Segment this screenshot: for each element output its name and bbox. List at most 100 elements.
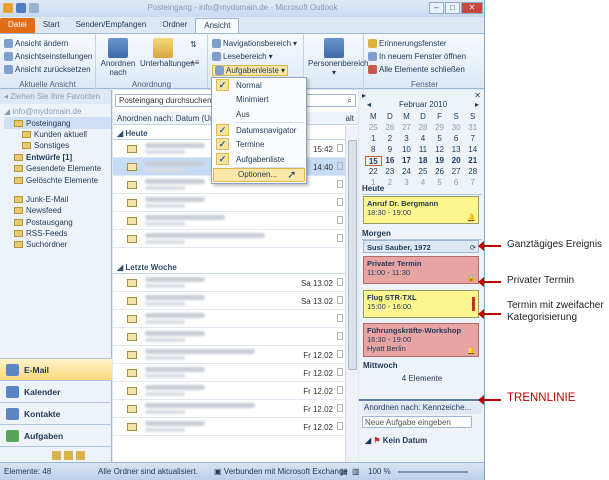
- list-item[interactable]: [113, 310, 345, 328]
- folder-junk[interactable]: Junk-E-Mail: [4, 194, 111, 205]
- personenbereich-button[interactable]: Personenbereich ▾: [308, 38, 368, 77]
- list-item[interactable]: Fr 12.02: [113, 364, 345, 382]
- folder-posteingang[interactable]: Posteingang: [4, 117, 111, 129]
- appointment-flug[interactable]: Flug STR-TXL 15:00 - 16:00: [363, 290, 479, 318]
- folder-sonstiges[interactable]: Sonstiges: [4, 140, 111, 151]
- calendar-day[interactable]: 13: [448, 145, 465, 155]
- tab-ansicht[interactable]: Ansicht: [195, 18, 240, 33]
- flag-icon[interactable]: [337, 404, 343, 412]
- neues-fenster-button[interactable]: In neuem Fenster öffnen: [368, 52, 466, 61]
- flag-icon[interactable]: [337, 296, 343, 304]
- group-header-letzte-woche[interactable]: ◢ Letzte Woche: [113, 260, 345, 274]
- folder-entwuerfe[interactable]: Entwürfe [1]: [4, 152, 111, 163]
- list-item[interactable]: [113, 230, 345, 248]
- calendar-day[interactable]: 14: [464, 145, 481, 155]
- list-item[interactable]: [113, 194, 345, 212]
- calendar-day[interactable]: 27: [398, 123, 415, 133]
- zoom-slider[interactable]: [398, 471, 468, 473]
- calendar-day[interactable]: 7: [464, 134, 481, 144]
- folder-rss[interactable]: RSS-Feeds: [4, 228, 111, 239]
- shortcuts-icon[interactable]: [76, 451, 85, 460]
- notes-icon[interactable]: [52, 451, 61, 460]
- calendar-day[interactable]: 3: [398, 134, 415, 144]
- flag-icon[interactable]: [337, 180, 343, 188]
- list-item[interactable]: Fr 12.02: [113, 382, 345, 400]
- flag-icon[interactable]: [337, 198, 343, 206]
- lesebereich-button[interactable]: Lesebereich ▾: [212, 52, 273, 61]
- anordnen-nach-button[interactable]: Anordnen nach: [100, 38, 136, 77]
- appointment-all-day[interactable]: Susi Sauber, 1972 ⟳: [363, 240, 479, 253]
- calendar-day[interactable]: 10: [398, 145, 415, 155]
- list-scrollbar[interactable]: [345, 126, 358, 462]
- flag-icon[interactable]: [337, 144, 343, 152]
- list-item[interactable]: Fr 12.02: [113, 400, 345, 418]
- scrollbar-thumb[interactable]: [348, 140, 357, 370]
- calendar-day[interactable]: 25: [415, 167, 432, 177]
- flag-icon[interactable]: [337, 216, 343, 224]
- flag-icon[interactable]: [337, 368, 343, 376]
- flag-icon[interactable]: [337, 162, 343, 170]
- erinnerungsfenster-button[interactable]: Erinnerungsfenster: [368, 39, 447, 48]
- flag-icon[interactable]: [337, 350, 343, 358]
- calendar-day[interactable]: 20: [448, 156, 465, 166]
- calendar-day[interactable]: 17: [398, 156, 415, 166]
- calendar-day[interactable]: 31: [464, 123, 481, 133]
- flag-icon[interactable]: [337, 278, 343, 286]
- ansichtseinstellungen-button[interactable]: Ansichtseinstellungen: [4, 52, 92, 61]
- menu-item-termine[interactable]: ✓ Termine: [212, 137, 306, 152]
- folder-geloeschte[interactable]: Gelöschte Elemente: [4, 174, 111, 185]
- calendar-day[interactable]: 6: [448, 134, 465, 144]
- list-item[interactable]: Fr 12.02: [113, 418, 345, 436]
- calendar-day[interactable]: 1: [365, 134, 382, 144]
- calendar-day[interactable]: 8: [365, 145, 382, 155]
- folder-list-icon[interactable]: [64, 451, 73, 460]
- flag-icon[interactable]: [337, 386, 343, 394]
- task-group-kein-datum[interactable]: ◢ ⚑ Kein Datum: [365, 436, 427, 445]
- tab-ordner[interactable]: Ordner: [154, 18, 195, 33]
- separator-line[interactable]: [359, 399, 484, 401]
- task-sort-header[interactable]: Anordnen nach: Kennzeiche...: [362, 402, 482, 414]
- list-item[interactable]: Sa 13.02: [113, 274, 345, 292]
- aufgabenleiste-button[interactable]: Aufgabenleiste ▾: [212, 65, 288, 76]
- nav-kalender-button[interactable]: Kalender: [0, 380, 112, 402]
- unterhaltungen-button[interactable]: Unterhaltungen: [140, 38, 195, 68]
- calendar-day[interactable]: 28: [464, 167, 481, 177]
- navigationsbereich-button[interactable]: Navigationsbereich ▾: [212, 39, 297, 48]
- calendar-day[interactable]: 21: [464, 156, 481, 166]
- nav-aufgaben-button[interactable]: Aufgaben: [0, 424, 112, 446]
- calendar-day[interactable]: 9: [382, 145, 399, 155]
- flag-icon[interactable]: [337, 234, 343, 242]
- close-icon[interactable]: ✕: [461, 2, 483, 14]
- calendar-day[interactable]: 28: [415, 123, 432, 133]
- calendar-day[interactable]: 23: [382, 167, 399, 177]
- folder-postausgang[interactable]: Postausgang: [4, 217, 111, 228]
- appointment-workshop[interactable]: Führungskräfte-Workshop 16:30 - 19:00 Hyat…: [363, 323, 479, 357]
- search-icon[interactable]: ⌕: [348, 96, 352, 106]
- calendar-day[interactable]: 27: [448, 167, 465, 177]
- list-item[interactable]: [113, 328, 345, 346]
- folder-gesendete[interactable]: Gesendete Elemente: [4, 163, 111, 174]
- menu-item-normal[interactable]: ✓ Normal: [212, 78, 306, 93]
- tab-datei[interactable]: Datei: [0, 18, 35, 33]
- folder-kunden-aktuell[interactable]: Kunden aktuell: [4, 129, 111, 140]
- minimize-icon[interactable]: –: [429, 2, 444, 14]
- calendar-day[interactable]: 5: [431, 134, 448, 144]
- mailbox-root[interactable]: ◢ info@mydomain.de: [4, 106, 111, 117]
- ansicht-zuruecksetzen-button[interactable]: Ansicht zurücksetzen: [4, 65, 91, 74]
- calendar-day[interactable]: 25: [365, 123, 382, 133]
- calendar-day[interactable]: 30: [448, 123, 465, 133]
- next-month-icon[interactable]: ▸: [475, 100, 479, 112]
- maximize-icon[interactable]: □: [445, 2, 460, 14]
- list-item[interactable]: Sa 13.02: [113, 292, 345, 310]
- calendar-day[interactable]: 29: [431, 123, 448, 133]
- appointment-privat[interactable]: Privater Termin 11:00 - 11:30 🔒: [363, 256, 479, 284]
- calendar-day[interactable]: 2: [382, 134, 399, 144]
- calendar-day[interactable]: 16: [382, 156, 399, 166]
- calendar-day[interactable]: 19: [431, 156, 448, 166]
- prev-month-icon[interactable]: ◂: [367, 100, 371, 112]
- calendar-day[interactable]: 4: [415, 134, 432, 144]
- add-columns-icon[interactable]: +≡: [190, 58, 199, 67]
- todo-bar-close-icon[interactable]: ✕: [474, 91, 481, 100]
- calendar-day[interactable]: 12: [431, 145, 448, 155]
- appointment-anruf[interactable]: Anruf Dr. Bergmann 18:30 - 19:00 🔔: [363, 196, 479, 224]
